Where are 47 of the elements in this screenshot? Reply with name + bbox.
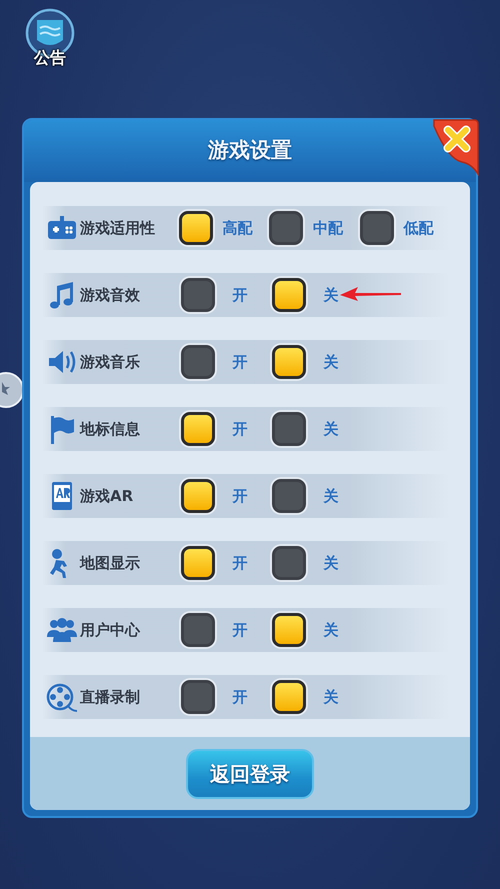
option-toggle[interactable] — [272, 278, 306, 312]
option-label: 开 — [231, 352, 248, 373]
option-label: 关 — [322, 284, 340, 306]
option-label: 开 — [231, 418, 248, 440]
option-toggle[interactable] — [272, 613, 306, 647]
option-label: 中配 — [312, 218, 344, 239]
setting-label: 游戏AR — [80, 486, 134, 507]
setting-label: 地标信息 — [80, 418, 141, 440]
setting-label: 用户中心 — [80, 620, 142, 641]
annotation-arrow — [340, 287, 402, 301]
setting-label: 游戏音效 — [80, 284, 141, 306]
option-label: 开 — [231, 552, 248, 574]
option-toggle[interactable] — [181, 680, 215, 714]
option-toggle[interactable] — [269, 211, 304, 245]
option-toggle[interactable] — [181, 278, 215, 312]
option-label: 开 — [231, 686, 248, 708]
option-label: 关 — [322, 686, 340, 708]
option-toggle[interactable] — [181, 613, 215, 647]
option-label: 开 — [231, 486, 248, 507]
option-label: 关 — [322, 552, 340, 574]
film-reel-icon — [46, 682, 78, 712]
option-label: 关 — [322, 418, 340, 440]
option-toggle[interactable] — [181, 479, 215, 513]
dialog-title: 游戏设置 — [208, 137, 292, 164]
option-toggle[interactable] — [181, 345, 215, 379]
back-to-login-button[interactable]: 返回登录 — [186, 748, 314, 798]
setting-label: 地图显示 — [80, 552, 141, 574]
option-toggle[interactable] — [272, 680, 306, 714]
option-toggle[interactable] — [181, 546, 215, 580]
setting-label: 游戏音乐 — [80, 352, 141, 373]
option-toggle[interactable] — [272, 345, 306, 379]
option-label: 开 — [231, 620, 248, 641]
option-toggle[interactable] — [360, 211, 394, 245]
option-label: 关 — [322, 486, 340, 507]
option-toggle[interactable] — [272, 412, 306, 446]
option-toggle[interactable] — [272, 479, 306, 513]
option-toggle[interactable] — [272, 546, 306, 580]
option-label: 关 — [322, 352, 340, 373]
option-label: 开 — [231, 284, 248, 306]
option-label: 低配 — [402, 218, 434, 239]
option-toggle[interactable] — [181, 412, 215, 446]
option-label: 关 — [322, 620, 340, 641]
setting-label: 游戏适用性 — [80, 218, 156, 239]
option-toggle[interactable] — [179, 211, 214, 245]
option-label: 高配 — [222, 218, 254, 239]
people-icon — [46, 615, 78, 645]
setting-label: 直播录制 — [80, 686, 141, 708]
